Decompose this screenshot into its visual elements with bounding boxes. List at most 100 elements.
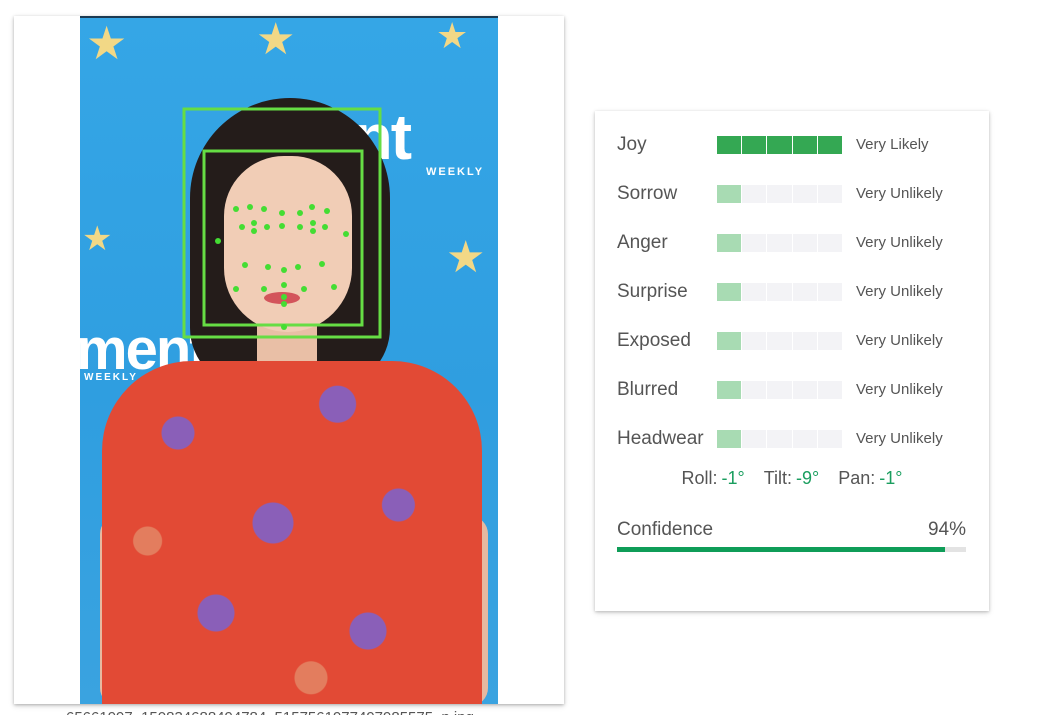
likelihood-meter <box>717 185 843 203</box>
meter-segment <box>742 283 767 301</box>
landmark-point <box>309 204 315 210</box>
tilt-label: Tilt: <box>763 468 793 488</box>
landmark-point <box>233 206 239 212</box>
confidence-bar <box>617 547 966 552</box>
likelihood-label: Blurred <box>617 379 679 400</box>
landmark-point <box>301 286 307 292</box>
likelihood-value: Very Unlikely <box>856 430 943 447</box>
meter-segment <box>792 430 817 448</box>
likelihood-value: Very Unlikely <box>856 283 943 300</box>
meter-segment <box>742 430 767 448</box>
likelihood-meter <box>717 381 843 399</box>
meter-segment <box>792 136 817 154</box>
likelihood-row: Anger Very Unlikely <box>617 229 977 257</box>
meter-segment <box>792 381 817 399</box>
likelihood-label: Exposed <box>617 330 691 351</box>
likelihood-value: Very Unlikely <box>856 185 943 202</box>
landmark-point <box>343 231 349 237</box>
meter-segment <box>767 430 792 448</box>
landmark-point <box>295 264 301 270</box>
landmark-point <box>239 224 245 230</box>
meter-segment <box>817 332 843 350</box>
meter-segment <box>767 283 792 301</box>
landmark-point <box>310 228 316 234</box>
meter-segment <box>817 430 843 448</box>
face-landmarks <box>215 204 349 330</box>
landmark-point <box>281 282 287 288</box>
likelihood-row: Blurred Very Unlikely <box>617 376 977 404</box>
landmark-point <box>310 220 316 226</box>
meter-segment <box>717 430 742 448</box>
likelihood-label: Surprise <box>617 281 688 302</box>
landmark-point <box>324 208 330 214</box>
pose-angles: Roll: -1° Tilt: -9° Pan: -1° <box>595 468 989 489</box>
likelihood-value: Very Likely <box>856 136 929 153</box>
meter-segment <box>817 381 843 399</box>
landmark-point <box>281 301 287 307</box>
meter-segment <box>792 185 817 203</box>
landmark-point <box>247 204 253 210</box>
confidence-bar-fill <box>617 547 946 552</box>
landmark-point <box>331 284 337 290</box>
meter-segment <box>717 283 742 301</box>
likelihood-label: Joy <box>617 134 647 155</box>
landmark-point <box>319 261 325 267</box>
meter-segment <box>717 136 742 154</box>
landmark-point <box>281 267 287 273</box>
likelihood-label: Headwear <box>617 428 704 449</box>
meter-segment <box>717 185 742 203</box>
meter-segment <box>767 234 792 252</box>
landmark-point <box>265 264 271 270</box>
pan-label: Pan: <box>838 468 876 488</box>
likelihood-row: Sorrow Very Unlikely <box>617 180 977 208</box>
landmark-point <box>281 294 287 300</box>
meter-segment <box>767 332 792 350</box>
meter-segment <box>742 136 767 154</box>
meter-segment <box>717 234 742 252</box>
roll-label: Roll: <box>681 468 718 488</box>
likelihood-row: Headwear Very Unlikely <box>617 425 977 453</box>
meter-segment <box>792 283 817 301</box>
confidence-value: 94% <box>927 519 966 540</box>
meter-segment <box>817 136 843 154</box>
face-detection-overlay <box>182 107 382 339</box>
landmark-point <box>251 220 257 226</box>
landmark-point <box>279 210 285 216</box>
landmark-point <box>297 224 303 230</box>
landmark-point <box>281 324 287 330</box>
meter-segment <box>792 332 817 350</box>
landmark-point <box>242 262 248 268</box>
meter-segment <box>742 332 767 350</box>
pan-value: -1° <box>879 468 903 488</box>
meter-segment <box>817 283 843 301</box>
landmark-point <box>322 224 328 230</box>
likelihood-label: Anger <box>617 232 668 253</box>
landmark-point <box>261 206 267 212</box>
likelihood-row: Surprise Very Unlikely <box>617 278 977 306</box>
meter-segment <box>767 136 792 154</box>
landmark-point <box>233 286 239 292</box>
image-card: ★ ★ ★ ★ ★ nment WEEKLY ment WEEKLY <box>14 16 564 704</box>
roll-value: -1° <box>721 468 745 488</box>
meter-segment <box>742 381 767 399</box>
meter-segment <box>717 332 742 350</box>
meter-segment <box>717 381 742 399</box>
face-results-card: Joy Very Likely Sorrow Very Unlikely Anger Ve… <box>595 111 989 611</box>
likelihood-value: Very Unlikely <box>856 234 943 251</box>
likelihood-meter <box>717 332 843 350</box>
likelihood-value: Very Unlikely <box>856 332 943 349</box>
tilt-value: -9° <box>796 468 820 488</box>
landmark-point <box>261 286 267 292</box>
landmark-point <box>279 223 285 229</box>
meter-segment <box>742 234 767 252</box>
likelihood-value: Very Unlikely <box>856 381 943 398</box>
meter-segment <box>817 185 843 203</box>
landmark-point <box>251 228 257 234</box>
likelihood-meter <box>717 430 843 448</box>
confidence-label: Confidence <box>617 519 714 540</box>
landmark-point <box>297 210 303 216</box>
landmark-point <box>215 238 221 244</box>
likelihood-meter <box>717 136 843 154</box>
meter-segment <box>767 381 792 399</box>
likelihood-label: Sorrow <box>617 183 678 204</box>
